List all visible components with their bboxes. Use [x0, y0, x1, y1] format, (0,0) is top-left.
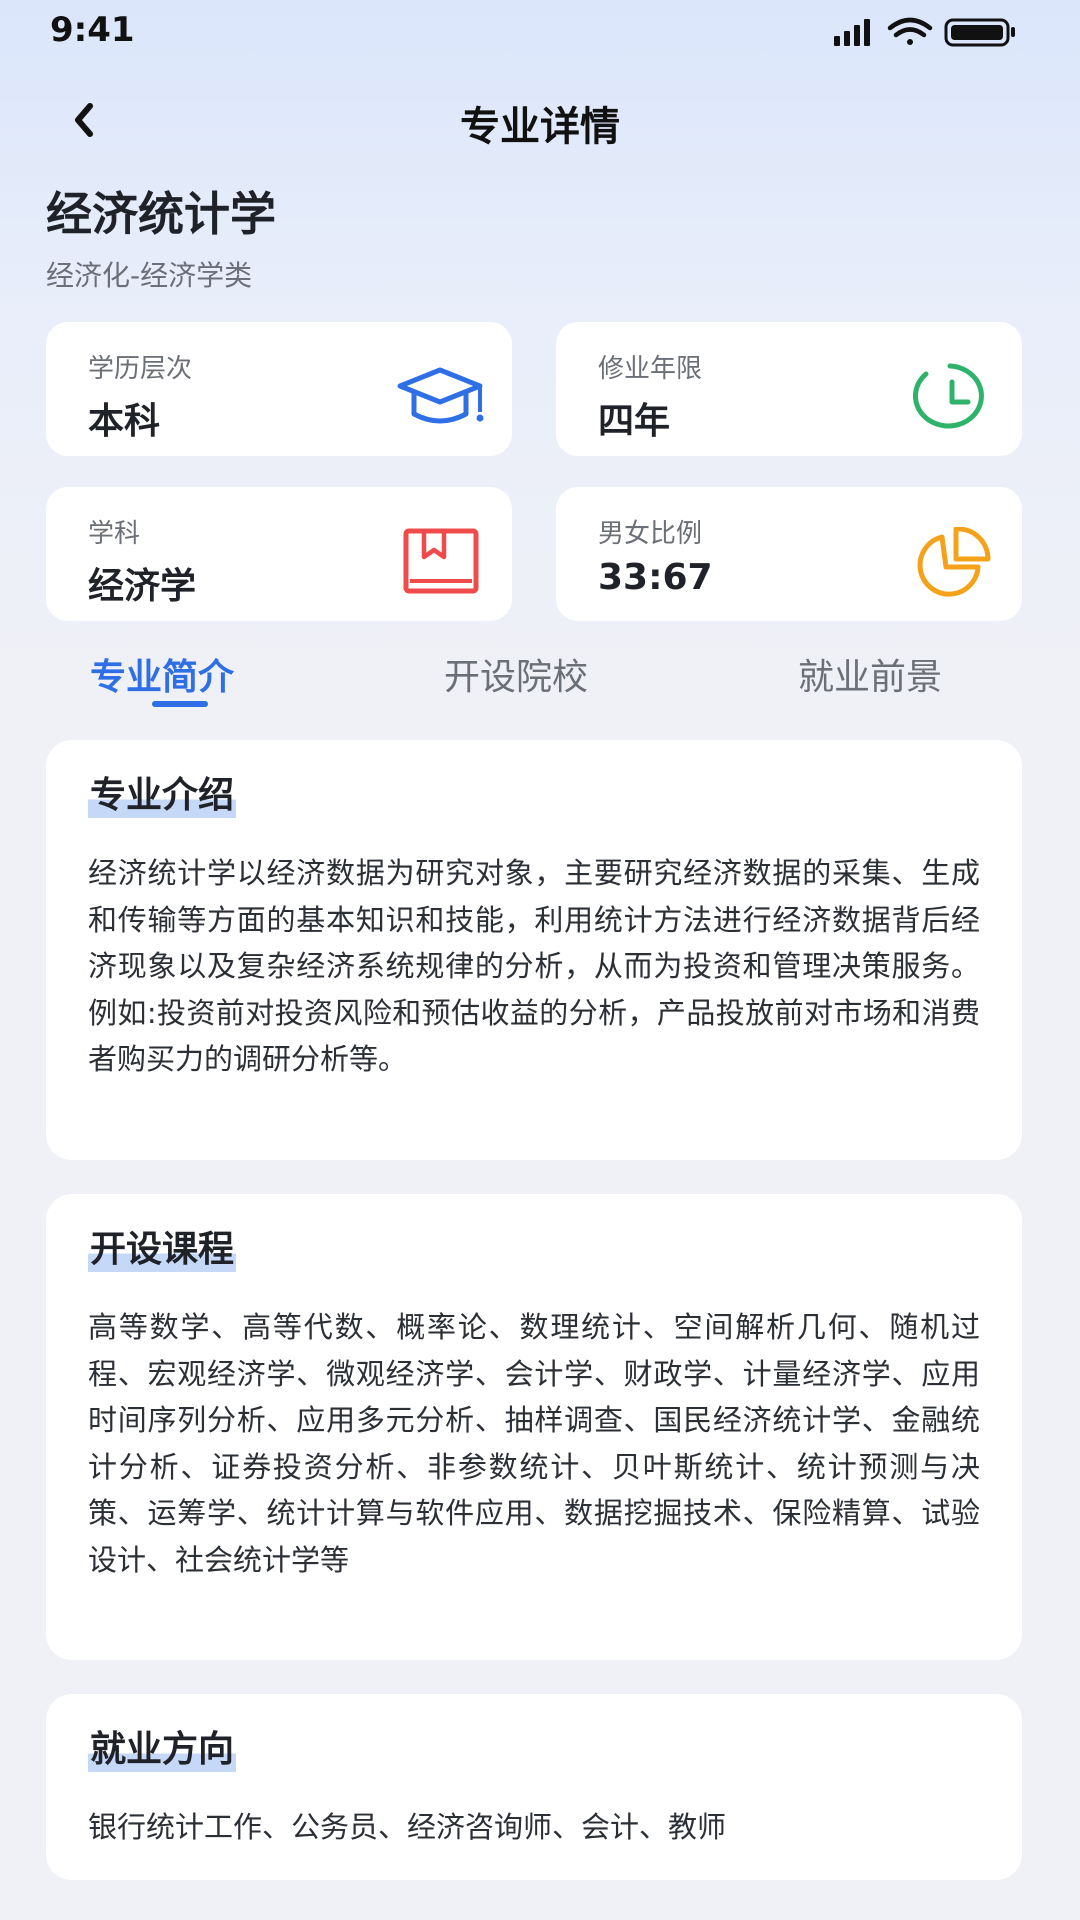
pie-chart-icon — [917, 527, 991, 597]
graduation-cap-icon — [397, 367, 484, 424]
info-label: 男女比例 — [598, 519, 703, 549]
section-title: 专业介绍 — [88, 774, 237, 818]
section-title: 就业方向 — [88, 1728, 237, 1772]
info-value: 经济学 — [88, 566, 197, 607]
major-category: 经济化-经济学类 — [46, 259, 253, 292]
section-courses: 开设课程 高等数学、高等代数、概率论、数理统计、空间解析几何、随机过程、宏观经济… — [46, 1194, 1022, 1660]
clock-icon — [913, 363, 984, 429]
page-title: 专业详情 — [460, 104, 620, 150]
info-card-gender-ratio: 男女比例 33:67 — [556, 487, 1022, 621]
section-careers: 就业方向 银行统计工作、公务员、经济咨询师、会计、教师 — [46, 1694, 1022, 1880]
wifi-icon — [887, 17, 933, 45]
status-icons — [834, 17, 1015, 47]
info-value: 四年 — [598, 401, 671, 442]
info-card-discipline: 学科 经济学 — [46, 487, 512, 621]
info-value: 33:67 — [598, 557, 713, 598]
section-text: 银行统计工作、公务员、经济咨询师、会计、教师 — [88, 1810, 727, 1844]
info-label: 学历层次 — [88, 354, 193, 384]
info-card-study-years: 修业年限 四年 — [556, 322, 1022, 456]
active-tab-indicator — [152, 701, 208, 707]
section-major-intro: 专业介绍 经济统计学以经济数据为研究对象，主要研究经济数据的采集、生成和传输等方… — [46, 740, 1022, 1160]
info-card-education-level: 学历层次 本科 — [46, 322, 512, 456]
major-name: 经济统计学 — [46, 187, 276, 241]
tab-major-intro[interactable]: 专业简介 — [90, 648, 234, 700]
info-label: 学科 — [88, 519, 141, 549]
info-value: 本科 — [88, 401, 161, 442]
status-time: 9:41 — [50, 10, 135, 50]
tab-schools[interactable]: 开设院校 — [444, 648, 588, 700]
battery-icon — [944, 18, 1015, 47]
tab-career-prospects[interactable]: 就业前景 — [798, 648, 942, 700]
nav-bar: 专业详情 — [0, 80, 1080, 160]
status-bar: 9:41 — [0, 0, 1080, 64]
section-title: 开设课程 — [88, 1228, 237, 1272]
info-label: 修业年限 — [598, 354, 703, 384]
book-icon — [403, 528, 479, 594]
signal-icon — [834, 19, 870, 46]
section-text: 经济统计学以经济数据为研究对象，主要研究经济数据的采集、生成和传输等方面的基本知… — [88, 856, 980, 1076]
section-text: 高等数学、高等代数、概率论、数理统计、空间解析几何、随机过程、宏观经济学、微观经… — [88, 1310, 980, 1577]
